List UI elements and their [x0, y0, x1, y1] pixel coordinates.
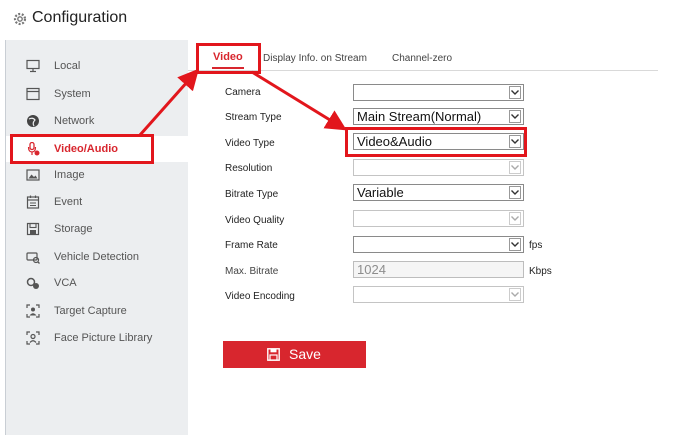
sidebar-item-local[interactable]: Local: [6, 53, 188, 79]
sidebar-item-face-picture-library[interactable]: Face Picture Library: [6, 325, 188, 351]
tab-display-info-on-stream[interactable]: Display Info. on Stream: [263, 53, 367, 64]
camera-label: Camera: [225, 87, 261, 98]
sidebar-item-vehicle-detection[interactable]: Vehicle Detection: [6, 244, 188, 270]
gear-icon: [13, 12, 27, 26]
sidebar-item-label: Local: [54, 60, 81, 72]
frame-rate-unit: fps: [529, 240, 543, 251]
stream-type-label: Stream Type: [225, 112, 282, 123]
sidebar-item-vca[interactable]: VCA: [6, 270, 188, 296]
vehicle-icon: [26, 252, 40, 264]
max-bitrate-label: Max. Bitrate: [225, 266, 279, 277]
calendar-icon: [26, 195, 40, 209]
stream-type-value: Main Stream(Normal): [357, 109, 482, 124]
sidebar-item-network[interactable]: Network: [6, 108, 188, 134]
video-quality-label: Video Quality: [225, 215, 285, 226]
sidebar-item-label: Target Capture: [54, 305, 127, 317]
page-title: Configuration: [32, 9, 128, 26]
storage-icon: [26, 222, 40, 236]
bitrate-type-label: Bitrate Type: [225, 189, 279, 200]
sidebar-item-label: VCA: [54, 277, 77, 289]
video-encoding-label: Video Encoding: [225, 291, 295, 302]
chevron-down-icon: [509, 186, 521, 199]
stream-type-select[interactable]: Main Stream(Normal): [353, 108, 524, 125]
max-bitrate-value: 1024: [357, 262, 386, 277]
resolution-select[interactable]: [353, 159, 524, 176]
floppy-disk-icon: [267, 348, 280, 361]
sidebar-item-storage[interactable]: Storage: [6, 216, 188, 242]
globe-icon: [27, 115, 39, 127]
bitrate-type-value: Variable: [357, 185, 404, 200]
sidebar-item-label: Event: [54, 196, 83, 208]
chevron-down-icon: [509, 212, 521, 225]
sidebar-item-label: Image: [54, 169, 85, 181]
image-icon: [26, 169, 40, 181]
sidebar-item-image[interactable]: Image: [6, 162, 188, 188]
tab-channel-zero[interactable]: Channel-zero: [392, 53, 452, 64]
chevron-down-icon: [509, 110, 521, 123]
video-type-label: Video Type: [225, 138, 275, 149]
max-bitrate-unit: Kbps: [529, 266, 552, 277]
sidebar-item-label: Storage: [54, 223, 93, 235]
chevron-down-icon: [509, 161, 521, 174]
resolution-label: Resolution: [225, 163, 273, 174]
highlight-video-tab: [196, 43, 261, 74]
face-library-icon: [26, 331, 40, 345]
sidebar: Local System Network Video/Audio Image E…: [5, 40, 188, 435]
vca-icon: [26, 277, 39, 289]
sidebar-item-system[interactable]: System: [6, 81, 188, 107]
sidebar-item-label: Network: [54, 115, 95, 127]
frame-rate-label: Frame Rate: [225, 240, 278, 251]
save-button[interactable]: Save: [223, 341, 366, 368]
sidebar-item-label: System: [54, 88, 91, 100]
monitor-icon: [26, 59, 40, 73]
bitrate-type-select[interactable]: Variable: [353, 184, 524, 201]
window-icon: [26, 87, 40, 101]
chevron-down-icon: [509, 238, 521, 251]
sidebar-item-label: Face Picture Library: [54, 332, 153, 344]
frame-rate-select[interactable]: [353, 236, 524, 253]
chevron-down-icon: [509, 288, 521, 301]
page-header: Configuration: [0, 0, 693, 40]
sidebar-item-label: Vehicle Detection: [54, 251, 139, 263]
target-capture-icon: [26, 304, 40, 318]
highlight-video-audio: [10, 134, 154, 164]
camera-select[interactable]: [353, 84, 524, 101]
chevron-down-icon: [509, 86, 521, 99]
video-encoding-select[interactable]: [353, 286, 524, 303]
video-quality-select[interactable]: [353, 210, 524, 227]
max-bitrate-input[interactable]: 1024: [353, 261, 524, 278]
sidebar-item-target-capture[interactable]: Target Capture: [6, 298, 188, 324]
highlight-video-type: [345, 127, 527, 157]
save-button-label: Save: [289, 346, 321, 362]
sidebar-item-event[interactable]: Event: [6, 189, 188, 215]
